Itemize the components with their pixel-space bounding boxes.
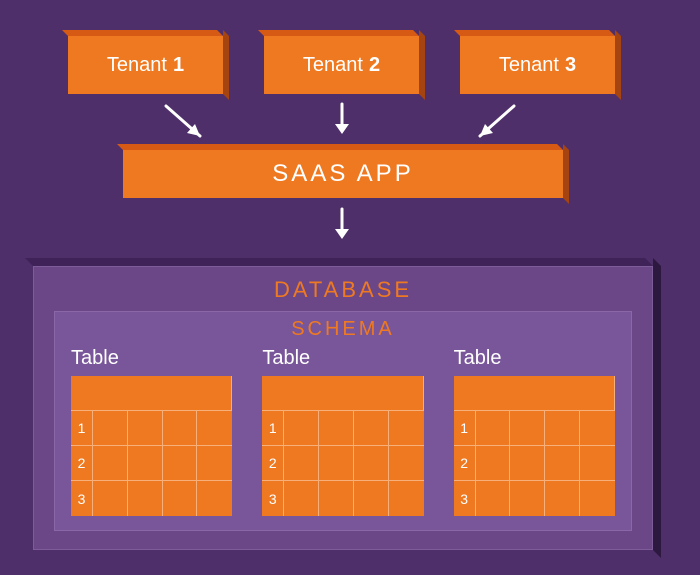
tenant-label: Tenant [499,54,559,77]
arrow-icon [462,100,522,150]
schema-panel: SCHEMA Table 1 2 3 [54,311,632,531]
tenant-number: 3 [565,54,576,77]
tenant-label: Tenant [107,54,167,77]
row-number: 1 [262,411,284,446]
tenant-number: 1 [173,54,184,77]
tenant-label: Tenant [303,54,363,77]
table-block: Table 1 2 3 [262,347,423,516]
database-title: DATABASE [54,277,632,303]
saas-app-block: SAAS APP [123,150,563,198]
row-number: 1 [71,411,93,446]
table-label: Table [454,347,615,370]
saas-label: SAAS APP [272,160,413,188]
table-grid: 1 2 3 [71,376,232,516]
row-number: 3 [71,481,93,516]
row-number: 3 [262,481,284,516]
row-number: 2 [71,446,93,481]
row-number: 3 [454,481,476,516]
table-block: Table 1 2 3 [454,347,615,516]
tenant-number: 2 [369,54,380,77]
tables-row: Table 1 2 3 Table [71,347,615,516]
table-block: Table 1 2 3 [71,347,232,516]
table-grid: 1 2 3 [262,376,423,516]
table-label: Table [262,347,423,370]
schema-title: SCHEMA [71,318,615,341]
table-grid: 1 2 3 [454,376,615,516]
tenant-block-1: Tenant 1 [68,36,223,94]
table-label: Table [71,347,232,370]
arrow-icon [327,100,357,145]
tenant-block-3: Tenant 3 [460,36,615,94]
arrow-icon [158,100,218,150]
row-number: 2 [454,446,476,481]
database-panel: DATABASE SCHEMA Table 1 2 3 [33,266,653,550]
diagram-stage: Tenant 1 Tenant 2 Tenant 3 [0,0,700,575]
row-number: 2 [262,446,284,481]
arrow-icon [327,205,357,250]
tenant-block-2: Tenant 2 [264,36,419,94]
row-number: 1 [454,411,476,446]
